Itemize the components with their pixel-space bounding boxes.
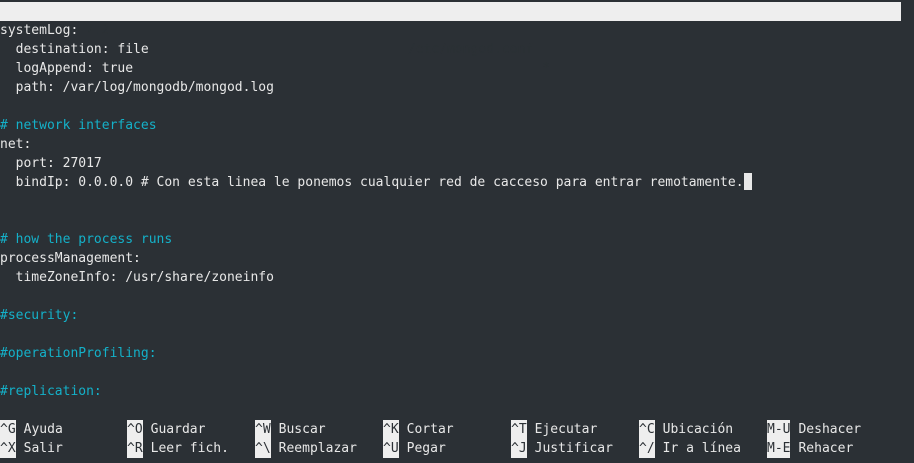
comment-text: # how the process runs	[0, 232, 173, 247]
shortcut-label: Ayuda	[23, 422, 63, 437]
shortcut-key: ^T	[511, 420, 527, 439]
comment-text: #security:	[0, 308, 79, 323]
shortcut-label: Buscar	[278, 422, 326, 437]
editor-line[interactable]	[0, 192, 914, 211]
shortcut-ejecutar[interactable]: ^T Ejecutar	[511, 420, 597, 439]
editor-line[interactable]	[0, 325, 914, 344]
shortcut-key: ^X	[0, 439, 16, 458]
shortcut-ayuda[interactable]: ^G Ayuda	[0, 420, 63, 439]
shortcut-rehacer[interactable]: M-E Rehacer	[767, 439, 853, 458]
shortcut-key: M-E	[767, 439, 791, 458]
shortcut-label: Salir	[23, 441, 63, 456]
comment-text: # network interfaces	[0, 118, 157, 133]
shortcut-key: ^\	[255, 439, 271, 458]
shortcut-leer-fich-[interactable]: ^R Leer fich.	[127, 439, 229, 458]
editor-line[interactable]: #security:	[0, 306, 914, 325]
shortcut-cortar[interactable]: ^K Cortar	[383, 420, 454, 439]
comment-text: #operationProfiling:	[0, 346, 157, 361]
shortcut-key: M-U	[767, 420, 791, 439]
editor-line[interactable]	[0, 211, 914, 230]
editor-line[interactable]: # network interfaces	[0, 116, 914, 135]
editor-line[interactable]: #operationProfiling:	[0, 344, 914, 363]
editor-line[interactable]: timeZoneInfo: /usr/share/zoneinfo	[0, 268, 914, 287]
line-text: port: 27017	[0, 156, 102, 171]
editor-line[interactable]: bindIp: 0.0.0.0 # Con esta linea le pone…	[0, 173, 914, 192]
shortcut-label: Ubicación	[662, 422, 734, 437]
shortcut-key: ^J	[511, 439, 527, 458]
editor-line[interactable]: destination: file	[0, 40, 914, 59]
shortcut-label: Leer fich.	[150, 441, 229, 456]
shortcut-key: ^R	[127, 439, 143, 458]
comment-text: #replication:	[0, 384, 102, 399]
shortcut-salir[interactable]: ^X Salir	[0, 439, 63, 458]
shortcut-reemplazar[interactable]: ^\ Reemplazar	[255, 439, 357, 458]
shortcut-label: Deshacer	[798, 422, 862, 437]
editor-line[interactable]	[0, 363, 914, 382]
line-text: path: /var/log/mongodb/mongod.log	[0, 80, 274, 95]
editor-line[interactable]: port: 27017	[0, 154, 914, 173]
editor-line[interactable]: logAppend: true	[0, 59, 914, 78]
line-text: destination: file	[0, 42, 149, 57]
editor-line[interactable]: net:	[0, 135, 914, 154]
shortcut-label: Ejecutar	[534, 422, 598, 437]
line-text: logAppend: true	[0, 61, 134, 76]
line-text: bindIp: 0.0.0.0 # Con esta linea le pone…	[0, 175, 744, 190]
shortcut-key: ^/	[639, 439, 655, 458]
shortcut-label: Pegar	[406, 441, 446, 456]
line-text: timeZoneInfo: /usr/share/zoneinfo	[0, 270, 274, 285]
shortcut-ubicación[interactable]: ^C Ubicación	[639, 420, 733, 439]
shortcut-deshacer[interactable]: M-U Deshacer	[767, 420, 861, 439]
shortcut-key: ^G	[0, 420, 16, 439]
editor-line[interactable]	[0, 287, 914, 306]
shortcut-justificar[interactable]: ^J Justificar	[511, 439, 613, 458]
shortcut-ir-a-línea[interactable]: ^/ Ir a línea	[639, 439, 741, 458]
editor-line[interactable]: #replication:	[0, 382, 914, 401]
line-text: systemLog:	[0, 23, 79, 38]
line-text: net:	[0, 137, 32, 152]
editor-line[interactable]: processManagement:	[0, 249, 914, 268]
editor-line[interactable]	[0, 97, 914, 116]
shortcut-buscar[interactable]: ^W Buscar	[255, 420, 326, 439]
shortcut-key: ^C	[639, 420, 655, 439]
shortcut-key: ^O	[127, 420, 143, 439]
text-cursor	[743, 173, 752, 190]
shortcut-label: Justificar	[534, 441, 613, 456]
editor-line[interactable]: path: /var/log/mongodb/mongod.log	[0, 78, 914, 97]
shortcut-key: ^K	[383, 420, 399, 439]
shortcut-label: Rehacer	[798, 441, 854, 456]
editor-line[interactable]: systemLog:	[0, 21, 914, 40]
shortcut-guardar[interactable]: ^O Guardar	[127, 420, 205, 439]
shortcut-key: ^W	[255, 420, 271, 439]
shortcut-label: Cortar	[406, 422, 454, 437]
shortcut-label: Reemplazar	[278, 441, 357, 456]
editor-line[interactable]: # how the process runs	[0, 230, 914, 249]
shortcut-label: Ir a línea	[662, 441, 741, 456]
shortcut-pegar[interactable]: ^U Pegar	[383, 439, 446, 458]
shortcut-key: ^U	[383, 439, 399, 458]
shortcut-label: Guardar	[150, 422, 206, 437]
line-text: processManagement:	[0, 251, 141, 266]
title-bar: GNU nano 7.2 /etc/mongod.conf *	[0, 2, 901, 76]
